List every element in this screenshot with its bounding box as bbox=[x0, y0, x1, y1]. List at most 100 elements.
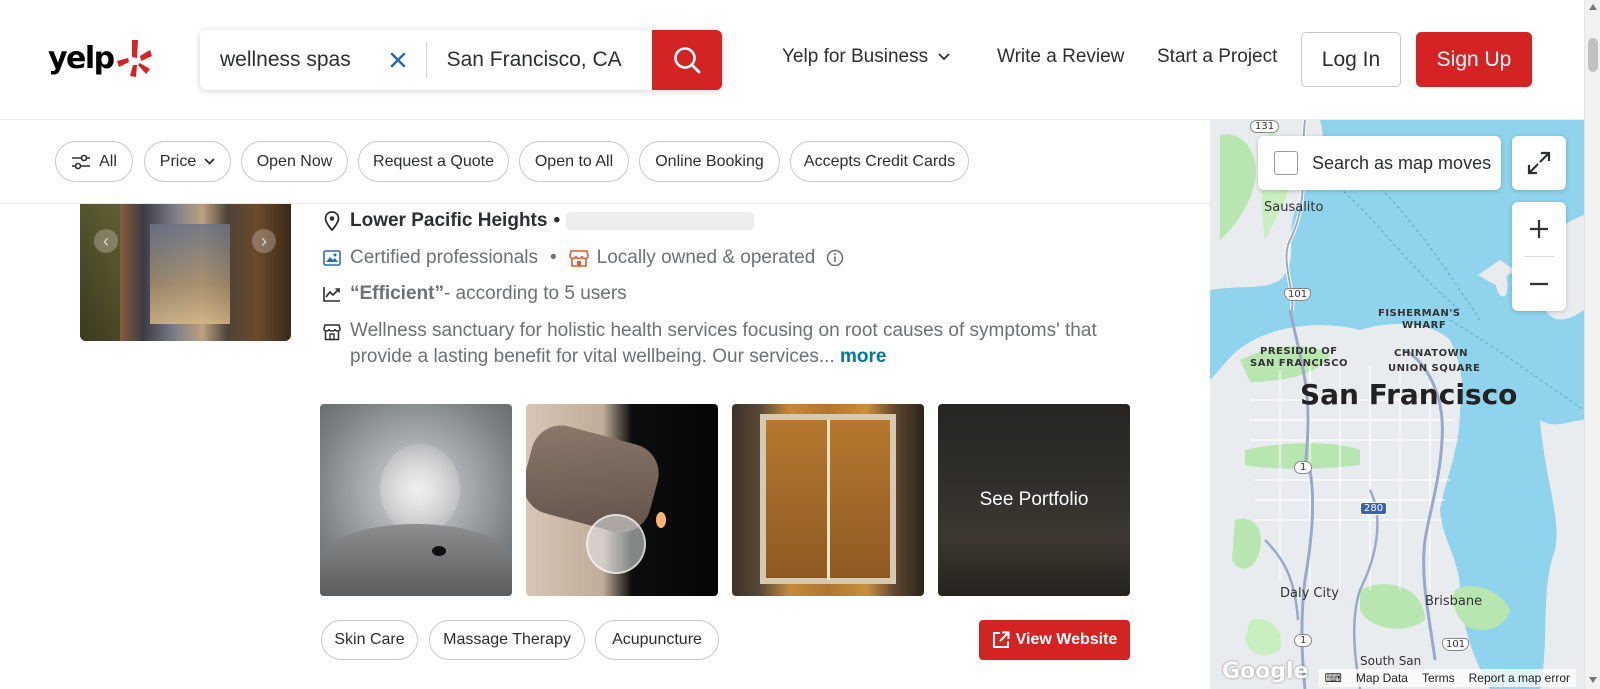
portfolio-photo-1[interactable] bbox=[320, 404, 512, 596]
portfolio-photo-2[interactable] bbox=[526, 404, 718, 596]
search-location-input[interactable]: San Francisco, CA bbox=[427, 30, 653, 90]
highlight-attribution: - according to 5 users bbox=[443, 283, 627, 304]
filter-price-button[interactable]: Price bbox=[144, 141, 231, 182]
map-label-presidio: PRESIDIO OF bbox=[1260, 346, 1338, 357]
search-find-input[interactable]: wellness spas bbox=[200, 30, 426, 90]
page-scrollbar[interactable] bbox=[1584, 0, 1600, 689]
filter-price-label: Price bbox=[159, 152, 197, 170]
zoom-out-button[interactable] bbox=[1512, 257, 1566, 311]
scroll-down-arrow-icon[interactable] bbox=[1589, 677, 1597, 683]
expand-icon bbox=[1527, 151, 1551, 175]
locally-owned-text: Locally owned & operated bbox=[596, 247, 816, 268]
highlight-quote: “Efficient” bbox=[350, 283, 444, 304]
chevron-down-icon bbox=[938, 53, 950, 61]
thumb-plant-shape bbox=[80, 204, 120, 341]
search-as-map-moves-checkbox[interactable] bbox=[1274, 151, 1298, 175]
view-website-button[interactable]: View Website bbox=[979, 620, 1130, 660]
portfolio-photo-3[interactable] bbox=[732, 404, 924, 596]
map-label-daly-city: Daly City bbox=[1280, 586, 1339, 601]
description-text: Wellness sanctuary for holistic health s… bbox=[350, 320, 1097, 367]
filter-all-label: All bbox=[99, 152, 117, 170]
search-as-map-moves-toggle[interactable]: Search as map moves bbox=[1258, 136, 1501, 190]
top-header: yelp wellness spas San Francisco, CA Yel… bbox=[0, 0, 1584, 120]
business-photo[interactable]: ‹ › bbox=[80, 204, 291, 341]
filter-all-button[interactable]: All bbox=[55, 141, 133, 182]
map-label-union-square: UNION SQUARE bbox=[1388, 363, 1481, 374]
more-link[interactable]: more bbox=[840, 346, 886, 367]
route-101b-shield: 101 bbox=[1442, 638, 1470, 651]
thumb-room-shape bbox=[150, 224, 230, 324]
route-280-shield: 280 bbox=[1360, 502, 1388, 515]
photo-1-moxa-shape bbox=[432, 546, 446, 556]
search-button[interactable] bbox=[652, 30, 723, 90]
filter-open-to-all[interactable]: Open to All bbox=[519, 141, 629, 182]
photo-2-flame-shape bbox=[656, 512, 666, 528]
filter-open-now[interactable]: Open Now bbox=[241, 141, 348, 182]
highlight-row: “Efficient” - according to 5 users bbox=[322, 283, 627, 305]
tag-acupuncture[interactable]: Acupuncture bbox=[595, 620, 719, 660]
minus-icon bbox=[1530, 282, 1548, 286]
photo-next-arrow-icon[interactable]: › bbox=[252, 229, 276, 253]
tag-skin-care[interactable]: Skin Care bbox=[321, 620, 418, 660]
neighborhood-name[interactable]: Lower Pacific Heights bbox=[350, 210, 547, 232]
see-portfolio-label: See Portfolio bbox=[979, 489, 1089, 510]
map-label-wharf: WHARF bbox=[1402, 320, 1447, 331]
location-pin-icon bbox=[322, 211, 342, 231]
filter-online-booking[interactable]: Online Booking bbox=[639, 141, 780, 182]
filter-bar: All Price Open Now Request a Quote Open … bbox=[0, 120, 1210, 204]
expand-map-button[interactable] bbox=[1512, 136, 1566, 190]
yelp-logo[interactable]: yelp bbox=[48, 38, 152, 78]
certified-badge-icon bbox=[322, 248, 342, 268]
storefront-icon bbox=[568, 248, 589, 268]
search-as-map-moves-label: Search as map moves bbox=[1312, 152, 1492, 173]
keyboard-shortcuts-icon[interactable]: ⌨ bbox=[1325, 671, 1342, 685]
zoom-in-button[interactable] bbox=[1512, 202, 1566, 256]
sign-up-button[interactable]: Sign Up bbox=[1416, 32, 1532, 87]
map-label-san-francisco: San Francisco bbox=[1300, 378, 1518, 411]
info-icon[interactable] bbox=[825, 248, 845, 268]
search-location-value: San Francisco, CA bbox=[446, 48, 622, 71]
photo-1-skin-shape bbox=[320, 524, 512, 596]
search-bar: wellness spas San Francisco, CA bbox=[200, 30, 723, 90]
map-data-link[interactable]: Map Data bbox=[1356, 671, 1408, 685]
see-portfolio-tile[interactable]: See Portfolio bbox=[938, 404, 1130, 596]
route-131-shield: 131 bbox=[1250, 120, 1280, 133]
business-description: Wellness sanctuary for holistic health s… bbox=[322, 318, 1122, 370]
photo-prev-arrow-icon[interactable]: ‹ bbox=[94, 229, 118, 253]
certified-professionals-text: Certified professionals bbox=[350, 247, 538, 268]
yelp-burst-icon bbox=[116, 40, 152, 77]
terms-link[interactable]: Terms bbox=[1422, 671, 1455, 685]
neighborhood-separator: • bbox=[553, 210, 561, 231]
yelp-logo-text: yelp bbox=[48, 40, 115, 76]
map-panel[interactable]: 131 101 1 280 1 101 Sausalito FISHERMAN'… bbox=[1210, 120, 1584, 689]
clear-search-icon[interactable] bbox=[386, 48, 410, 72]
tag-massage-therapy[interactable]: Massage Therapy bbox=[429, 620, 585, 660]
report-map-error-link[interactable]: Report a map error bbox=[1469, 671, 1570, 685]
yelp-for-business-label: Yelp for Business bbox=[782, 46, 929, 67]
scroll-up-arrow-icon[interactable] bbox=[1589, 4, 1597, 10]
sliders-icon bbox=[72, 154, 91, 169]
yelp-search-page: yelp wellness spas San Francisco, CA Yel… bbox=[0, 0, 1600, 689]
attributes-row: Certified professionals • Locally owned … bbox=[322, 247, 853, 269]
search-find-value: wellness spas bbox=[220, 48, 351, 71]
map-label-fishermans-wharf: FISHERMAN'S bbox=[1378, 308, 1461, 319]
filter-accepts-credit-cards[interactable]: Accepts Credit Cards bbox=[790, 141, 969, 182]
scroll-thumb[interactable] bbox=[1588, 38, 1598, 72]
attribute-separator: • bbox=[549, 247, 557, 268]
route-101-shield: 101 bbox=[1284, 288, 1312, 301]
write-review-link[interactable]: Write a Review bbox=[997, 46, 1124, 68]
plus-icon bbox=[1530, 220, 1548, 238]
map-label-presidio-sf: SAN FRANCISCO bbox=[1250, 358, 1349, 369]
loading-placeholder bbox=[566, 212, 755, 230]
start-project-link[interactable]: Start a Project bbox=[1157, 46, 1277, 68]
map-label-south-san: South San bbox=[1360, 654, 1422, 668]
map-label-chinatown: CHINATOWN bbox=[1394, 348, 1468, 359]
description-text-block: Wellness sanctuary for holistic health s… bbox=[322, 318, 1122, 370]
store-icon bbox=[322, 322, 342, 342]
filter-request-quote[interactable]: Request a Quote bbox=[358, 141, 509, 182]
external-link-icon bbox=[992, 631, 1010, 648]
log-in-button[interactable]: Log In bbox=[1301, 32, 1401, 87]
yelp-for-business-menu[interactable]: Yelp for Business bbox=[782, 46, 950, 68]
trending-up-icon bbox=[322, 284, 342, 304]
map-label-sausalito: Sausalito bbox=[1264, 200, 1324, 215]
